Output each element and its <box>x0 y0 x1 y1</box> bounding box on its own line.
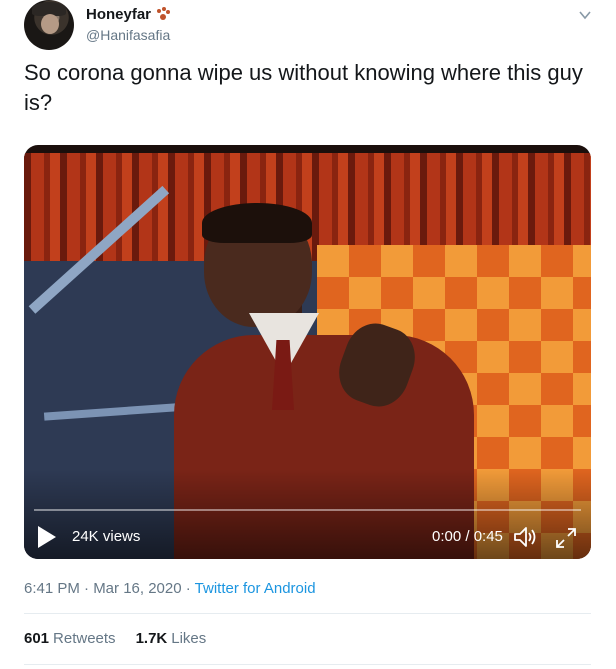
play-icon[interactable] <box>38 526 56 548</box>
likes-stat[interactable]: 1.7K Likes <box>136 630 207 647</box>
tweet-source-link[interactable]: Twitter for Android <box>195 580 316 597</box>
meta-separator: · <box>181 580 195 597</box>
retweets-label: Retweets <box>53 630 116 647</box>
tweet-timestamp[interactable]: 6:41 PM · Mar 16, 2020 <box>24 580 182 597</box>
likes-count: 1.7K <box>135 630 168 647</box>
fullscreen-icon[interactable] <box>554 526 578 550</box>
video-view-count: 24K views <box>72 528 141 545</box>
chevron-down-icon[interactable] <box>578 8 592 22</box>
retweets-stat[interactable]: 601 Retweets <box>24 630 116 647</box>
author-display-name[interactable]: Honeyfar <box>86 6 151 23</box>
likes-label: Likes <box>171 630 207 647</box>
divider <box>24 613 591 614</box>
tweet-stats: 601 Retweets 1.7K Likes <box>24 630 226 647</box>
volume-icon[interactable] <box>512 524 538 550</box>
avatar-face <box>41 14 59 34</box>
tweet-card: Honeyfar @Hanifasafia So corona gonna wi… <box>0 0 616 669</box>
video-player[interactable]: 24K views 0:00 / 0:45 <box>24 145 591 559</box>
video-progress-bar[interactable] <box>34 509 581 511</box>
video-frame <box>24 145 591 559</box>
divider-bottom <box>24 664 591 665</box>
paw-prints-icon <box>155 6 171 23</box>
tweet-meta: 6:41 PM · Mar 16, 2020 · Twitter for And… <box>24 580 316 597</box>
tweet-text: So corona gonna wipe us without knowing … <box>24 60 583 115</box>
retweets-count: 601 <box>24 630 50 647</box>
author-handle[interactable]: @Hanifasafia <box>86 27 170 43</box>
avatar[interactable] <box>24 0 74 50</box>
author-name-row: Honeyfar <box>86 6 171 23</box>
video-time: 0:00 / 0:45 <box>432 528 503 545</box>
